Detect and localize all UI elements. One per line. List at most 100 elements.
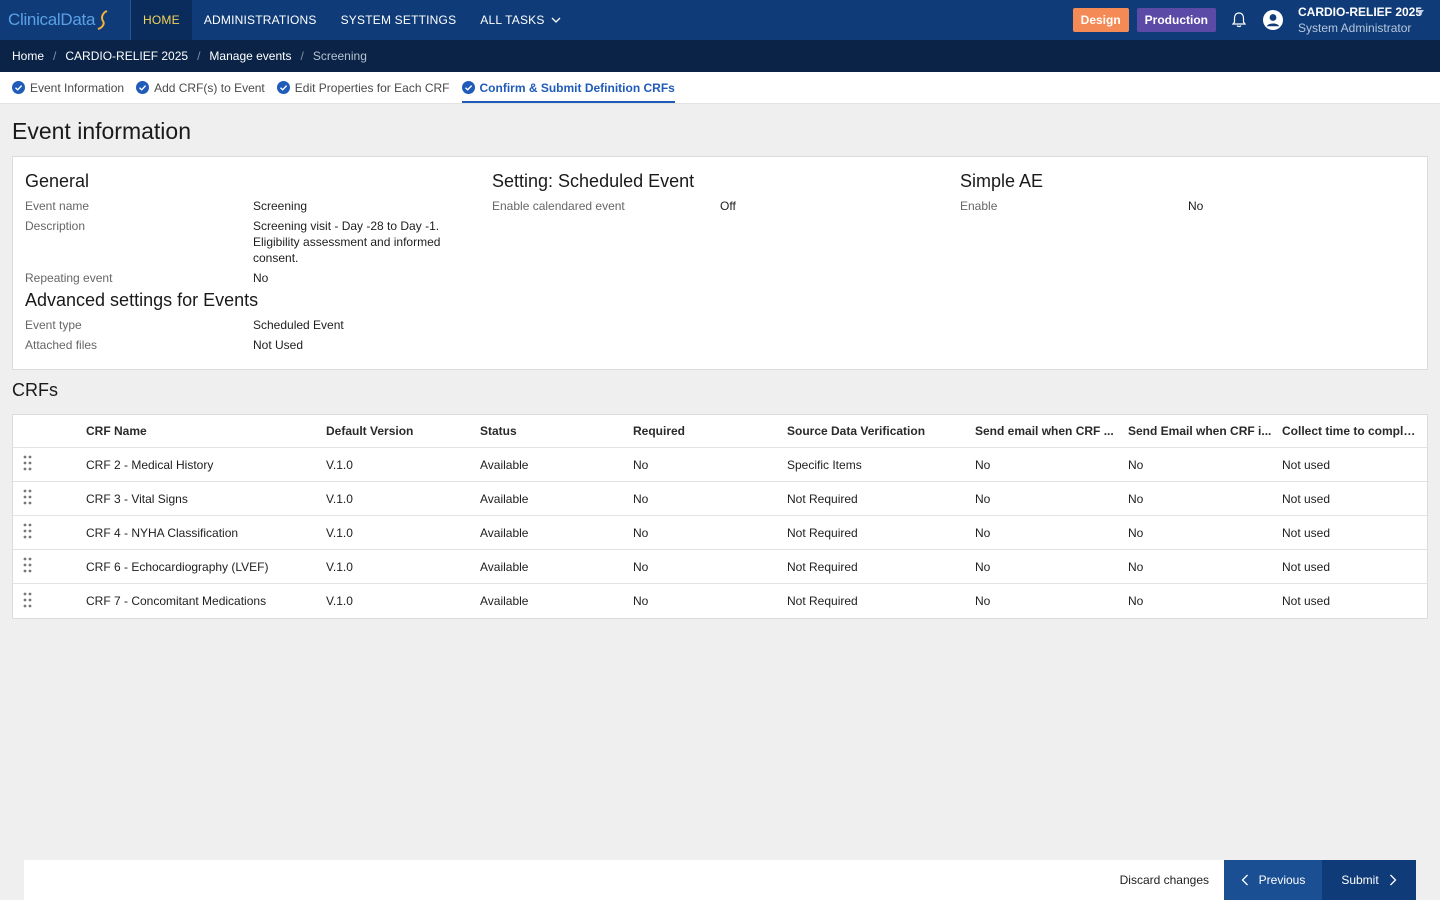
drag-handle-cell[interactable] xyxy=(13,557,86,576)
breadcrumb-home[interactable]: Home xyxy=(12,49,44,63)
collect-time-cell: Not used xyxy=(1282,559,1331,574)
nav-all-tasks[interactable]: ALL TASKS xyxy=(468,0,572,40)
setting-section: Setting: Scheduled Event Enable calendar… xyxy=(492,171,920,218)
table-header-row: CRF Name Default Version Status Required… xyxy=(13,415,1427,448)
event-type-label: Event type xyxy=(25,318,82,332)
drag-handle-icon[interactable] xyxy=(23,557,32,573)
column-header[interactable]: Source Data Verification xyxy=(787,424,975,438)
repeating-event-label: Repeating event xyxy=(25,271,113,285)
production-badge[interactable]: Production xyxy=(1136,8,1216,32)
production-badge-label: Production xyxy=(1144,13,1208,27)
app-logo[interactable]: ClinicalData xyxy=(0,0,131,40)
default-version-cell: V.1.0 xyxy=(326,525,353,540)
logo-text: ClinicalData xyxy=(8,10,96,29)
drag-handle-icon[interactable] xyxy=(23,455,32,471)
discard-changes-button[interactable]: Discard changes xyxy=(1120,873,1209,887)
table-row[interactable]: CRF 3 - Vital Signs V.1.0 Available No Not R… xyxy=(13,482,1427,516)
advanced-settings-heading: Advanced settings for Events xyxy=(25,290,259,310)
event-name-value: Screening xyxy=(253,199,308,213)
wizard-steps: Event Information Add CRF(s) to Event Ed… xyxy=(0,72,1440,104)
nav-administrations-label: ADMINISTRATIONS xyxy=(203,13,317,27)
drag-handle-icon[interactable] xyxy=(23,523,32,539)
sdv-cell: Not Required xyxy=(787,559,858,574)
drag-handle-icon[interactable] xyxy=(23,592,32,608)
required-cell: No xyxy=(633,559,649,574)
chevron-left-icon xyxy=(1241,874,1248,886)
previous-button[interactable]: Previous xyxy=(1224,860,1322,900)
default-version-cell: V.1.0 xyxy=(326,594,353,608)
event-type-value: Scheduled Event xyxy=(253,318,344,332)
attached-files-value: Not Used xyxy=(253,338,304,352)
drag-handle-icon[interactable] xyxy=(23,489,32,505)
table-row[interactable]: CRF 7 - Concomitant Medications V.1.0 Avai… xyxy=(13,584,1427,618)
design-badge[interactable]: Design xyxy=(1072,8,1129,32)
column-header[interactable]: CRF Name xyxy=(86,424,326,438)
user-menu[interactable]: CARDIO-RELIEF 2025 System Administrator xyxy=(1298,5,1428,35)
nav-all-tasks-label: ALL TASKS xyxy=(480,13,545,27)
step-label: Confirm & Submit Definition CRFs xyxy=(479,80,675,95)
event-name-label: Event name xyxy=(25,199,90,213)
crf-name-cell: CRF 2 - Medical History xyxy=(86,457,214,472)
breadcrumb-manage-events[interactable]: Manage events xyxy=(209,49,291,63)
nav-system-settings-label: SYSTEM SETTINGS xyxy=(340,13,457,27)
nav-administrations[interactable]: ADMINISTRATIONS xyxy=(192,0,329,40)
column-header[interactable]: Default Version xyxy=(326,424,480,438)
send-email-initial-cell: No xyxy=(1128,525,1144,540)
step-label: Edit Properties for Each CRF xyxy=(294,80,450,95)
chevron-down-icon xyxy=(551,17,561,23)
column-header[interactable]: Send email when CRF ... xyxy=(975,424,1128,438)
submit-button[interactable]: Submit xyxy=(1322,860,1416,900)
column-header[interactable]: Send Email when CRF i... xyxy=(1128,424,1282,438)
step-edit-properties[interactable]: Edit Properties for Each CRF xyxy=(276,72,450,103)
crfs-heading: CRFs xyxy=(12,380,58,400)
required-cell: No xyxy=(633,594,649,608)
status-cell: Available xyxy=(480,491,529,506)
column-header[interactable]: Required xyxy=(633,424,787,438)
setting-heading: Setting: Scheduled Event xyxy=(492,171,695,191)
user-avatar-icon[interactable] xyxy=(1262,9,1284,31)
simple-ae-enable-label: Enable xyxy=(960,199,998,213)
crf-name-cell: CRF 4 - NYHA Classification xyxy=(86,525,239,540)
required-cell: No xyxy=(633,457,649,472)
general-heading: General xyxy=(25,171,90,191)
drag-handle-cell[interactable] xyxy=(13,592,86,611)
table-row[interactable]: CRF 4 - NYHA Classification V.1.0 Availabl… xyxy=(13,516,1427,550)
drag-handle-cell[interactable] xyxy=(13,489,86,508)
table-row[interactable]: CRF 2 - Medical History V.1.0 Available No S… xyxy=(13,448,1427,482)
swoosh-logo-icon xyxy=(97,10,108,30)
crf-name-cell: CRF 7 - Concomitant Medications xyxy=(86,594,267,608)
send-email-completed-cell: No xyxy=(975,525,991,540)
drag-handle-cell[interactable] xyxy=(13,455,86,474)
collect-time-cell: Not used xyxy=(1282,594,1331,608)
send-email-initial-cell: No xyxy=(1128,491,1144,506)
bell-icon[interactable] xyxy=(1230,11,1248,29)
calendared-event-label: Enable calendared event xyxy=(492,199,625,213)
collect-time-cell: Not used xyxy=(1282,525,1331,540)
send-email-completed-cell: No xyxy=(975,491,991,506)
send-email-completed-cell: No xyxy=(975,457,991,472)
column-header[interactable]: Status xyxy=(480,424,633,438)
step-confirm-submit[interactable]: Confirm & Submit Definition CRFs xyxy=(461,72,676,103)
drag-handle-cell[interactable] xyxy=(13,523,86,542)
collect-time-cell: Not used xyxy=(1282,491,1331,506)
step-event-information[interactable]: Event Information xyxy=(12,72,124,103)
sdv-cell: Specific Items xyxy=(787,457,862,472)
send-email-initial-cell: No xyxy=(1128,457,1144,472)
nav-home[interactable]: HOME xyxy=(131,0,192,40)
wizard-footer: Discard changes Previous Submit xyxy=(24,860,1416,900)
crf-table: CRF Name Default Version Status Required… xyxy=(12,414,1428,619)
description-value: Screening visit - Day -28 to Day -1. Eli… xyxy=(253,219,441,265)
default-version-cell: V.1.0 xyxy=(326,491,353,506)
send-email-initial-cell: No xyxy=(1128,559,1144,574)
nav-home-label: HOME xyxy=(143,13,180,27)
status-cell: Available xyxy=(480,559,529,574)
table-row[interactable]: CRF 6 - Echocardiography (LVEF) V.1.0 Avai… xyxy=(13,550,1427,584)
breadcrumb-current: Screening xyxy=(312,49,367,63)
nav-system-settings[interactable]: SYSTEM SETTINGS xyxy=(329,0,469,40)
description-label: Description xyxy=(25,219,86,233)
step-label: Event Information xyxy=(30,80,125,95)
breadcrumb-study[interactable]: CARDIO-RELIEF 2025 xyxy=(65,49,188,63)
column-header[interactable]: Collect time to complet... xyxy=(1282,424,1427,438)
step-add-crfs[interactable]: Add CRF(s) to Event xyxy=(136,72,265,103)
caret-down-icon xyxy=(1416,10,1424,15)
